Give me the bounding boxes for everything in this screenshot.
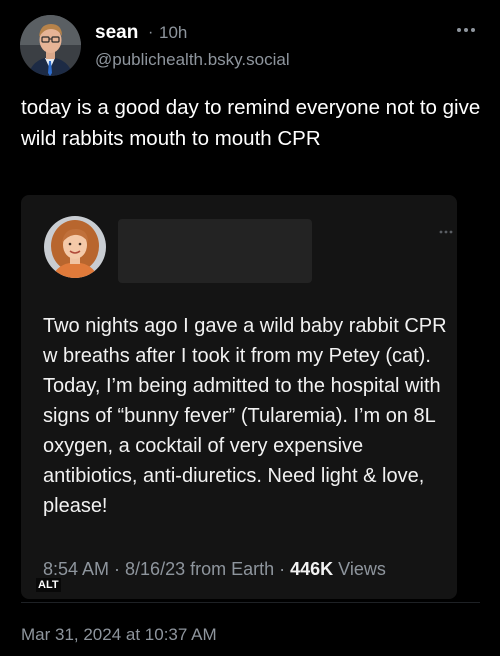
embedded-image[interactable]: Two nights ago I gave a wild baby rabbit… [21, 195, 457, 599]
embedded-author-avatar [44, 216, 106, 278]
alt-text-badge[interactable]: ALT [36, 578, 61, 592]
post-text: today is a good day to remind everyone n… [21, 96, 481, 150]
embedded-post-meta: 8:54 AM · 8/16/23 from Earth · 446K View… [43, 559, 386, 580]
divider [21, 602, 480, 603]
post-timestamp: Mar 31, 2024 at 10:37 AM [21, 625, 217, 644]
author-avatar[interactable] [20, 15, 81, 76]
embedded-more-icon [439, 230, 453, 234]
embedded-post-date: 8:54 AM · 8/16/23 from Earth · [43, 559, 291, 579]
author-handle[interactable]: @publichealth.bsky.social [95, 50, 290, 70]
post: sean · 10h @publichealth.bsky.social tod… [0, 0, 500, 656]
embedded-post-text: Two nights ago I gave a wild baby rabbit… [43, 315, 447, 517]
author-name[interactable]: sean [95, 22, 138, 44]
redacted-author-name [118, 219, 312, 283]
views-label: Views [333, 559, 386, 579]
more-horizontal-icon[interactable] [456, 26, 476, 34]
meta-separator: · [148, 24, 154, 41]
views-count: 446K [290, 559, 334, 579]
post-time-ago[interactable]: 10h [159, 23, 187, 43]
